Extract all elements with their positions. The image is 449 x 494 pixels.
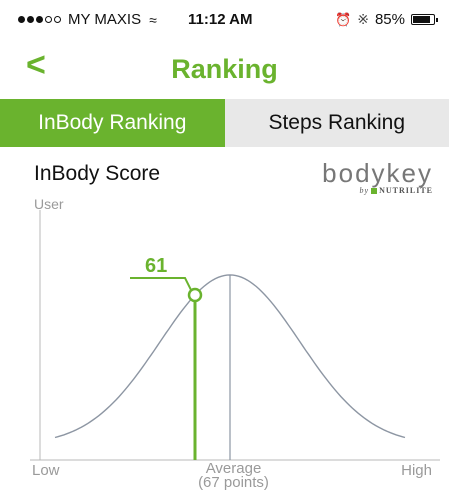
user-score-marker: [187, 287, 203, 303]
carrier-name: MY MAXIS: [68, 11, 142, 28]
status-left: MY MAXIS ≈: [18, 11, 157, 28]
logo-word: bodykey: [322, 158, 433, 188]
signal-dot: [36, 16, 43, 23]
nutrilite-icon: [371, 188, 378, 195]
ranking-tabs: InBody Ranking Steps Ranking: [0, 99, 449, 147]
signal-dot: [54, 16, 61, 23]
logo-by: by: [359, 186, 370, 195]
nav-bar: < Ranking: [0, 44, 449, 92]
battery-fill: [413, 16, 430, 23]
tab-inbody-ranking[interactable]: InBody Ranking: [0, 99, 225, 147]
x-label-low: Low: [32, 462, 60, 479]
bluetooth-icon: ※: [357, 11, 369, 27]
signal-dot: [27, 16, 34, 23]
section-title: InBody Score: [34, 162, 161, 185]
user-score-label: 61: [145, 255, 167, 277]
signal-strength-icon: [18, 16, 61, 23]
status-bar: MY MAXIS ≈ 11:12 AM ⏰ ※ 85%: [0, 0, 449, 40]
x-label-average: Average (67 points): [196, 461, 271, 491]
status-right: ⏰ ※ 85%: [335, 11, 438, 28]
logo-brand: NUTRILITE: [379, 186, 433, 195]
signal-dot: [18, 16, 25, 23]
user-score-leader: [130, 276, 192, 291]
x-label-average-points: (67 points): [198, 474, 269, 491]
battery-percent: 85%: [374, 11, 405, 28]
signal-dot: [45, 16, 52, 23]
bodykey-logo: bodykey by NUTRILITE: [322, 158, 433, 195]
tab-steps-ranking[interactable]: Steps Ranking: [224, 99, 449, 147]
wifi-icon: ≈: [149, 11, 157, 28]
page-title: Ranking: [171, 54, 278, 84]
x-label-high: High: [401, 462, 432, 479]
battery-icon: [411, 14, 438, 25]
status-time: 11:12 AM: [188, 11, 253, 28]
alarm-icon: ⏰: [335, 11, 352, 27]
inbody-score-chart: 61: [30, 210, 440, 461]
